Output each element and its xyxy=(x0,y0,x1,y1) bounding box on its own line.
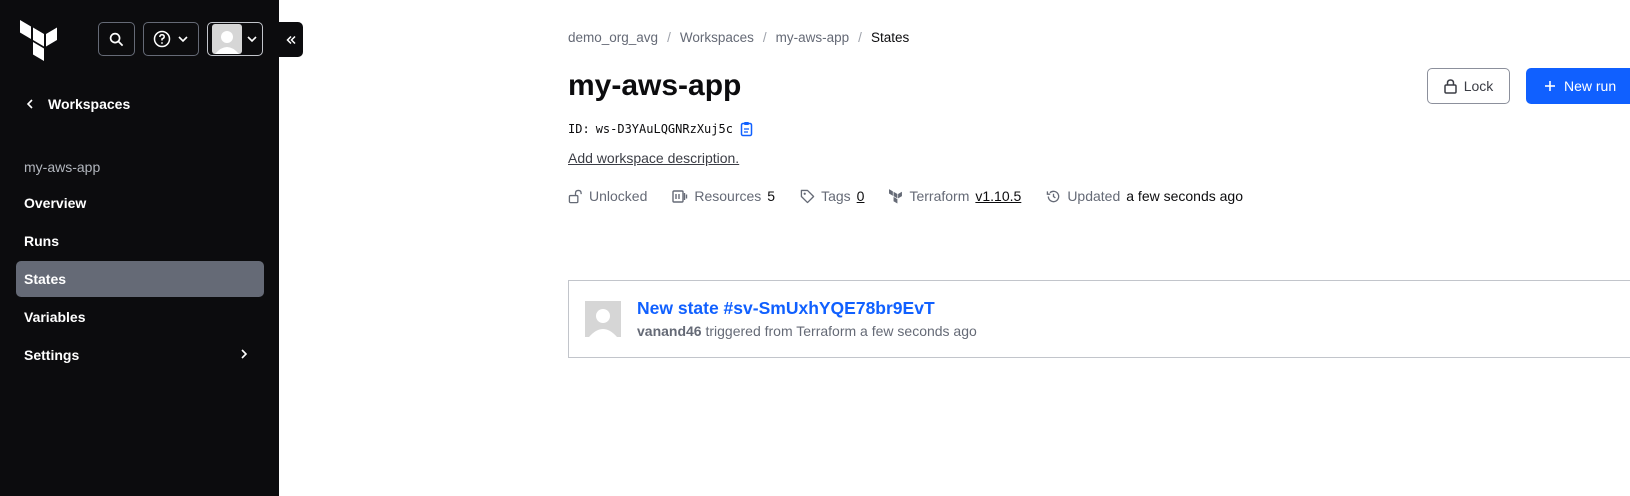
breadcrumb-workspaces[interactable]: Workspaces xyxy=(680,30,754,45)
state-subtitle: vanand46 triggered from Terraform a few … xyxy=(637,323,977,339)
updated-value: a few seconds ago xyxy=(1126,188,1243,204)
breadcrumb-separator: / xyxy=(667,30,671,45)
breadcrumb-separator: / xyxy=(762,30,767,45)
lock-status: Unlocked xyxy=(568,188,647,204)
sidebar-item-label: Variables xyxy=(24,309,86,325)
breadcrumb-org[interactable]: demo_org_avg xyxy=(568,30,658,45)
terraform-icon xyxy=(889,188,903,203)
breadcrumb: demo_org_avg / Workspaces / my-aws-app /… xyxy=(568,30,909,45)
updated-label: Updated xyxy=(1067,188,1121,204)
chevron-down-icon xyxy=(247,36,257,43)
resources-label: Resources xyxy=(694,188,762,204)
avatar xyxy=(585,301,621,337)
collapse-sidebar-button[interactable] xyxy=(279,22,303,57)
sidebar-item-label: Overview xyxy=(24,195,87,211)
lock-button-label: Lock xyxy=(1463,78,1494,94)
state-title-link[interactable]: New state #sv-SmUxhYQE78br9EvT xyxy=(637,298,935,319)
sidebar-item-label: States xyxy=(24,271,67,287)
sidebar: Workspaces my-aws-app Overview Runs Stat… xyxy=(0,0,279,496)
workspace-id-label: ID: xyxy=(568,122,590,136)
lock-status-label: Unlocked xyxy=(589,188,648,204)
state-user: vanand46 xyxy=(637,323,702,339)
unlock-icon xyxy=(568,189,582,203)
workspace-id: ID: ws-D3YAuLQGNRzXuj5c xyxy=(568,121,755,137)
sidebar-section-title: my-aws-app xyxy=(24,159,101,175)
tags-count: Tags 0 xyxy=(800,188,864,204)
lock-icon xyxy=(1443,78,1457,94)
breadcrumb-separator: / xyxy=(858,30,862,45)
search-button[interactable] xyxy=(98,22,135,56)
new-run-button[interactable]: New run xyxy=(1526,68,1630,104)
new-run-button-label: New run xyxy=(1564,78,1617,94)
workspace-id-value: ws-D3YAuLQGNRzXuj5c xyxy=(595,122,733,136)
resources-count: Resources 5 xyxy=(672,188,775,204)
tags-value[interactable]: 0 xyxy=(857,188,865,204)
tags-label: Tags xyxy=(821,188,851,204)
sidebar-item-states[interactable]: States xyxy=(16,261,264,297)
sidebar-item-label: Settings xyxy=(24,347,80,363)
terraform-version-value[interactable]: v1.10.5 xyxy=(975,188,1021,204)
state-action: triggered from Terraform a few seconds a… xyxy=(701,323,977,339)
updated-time: Updated a few seconds ago xyxy=(1046,188,1243,204)
sidebar-item-runs[interactable]: Runs xyxy=(16,223,264,259)
state-list-item[interactable]: New state #sv-SmUxhYQE78br9EvT vanand46 … xyxy=(568,280,1630,358)
search-icon xyxy=(109,32,124,46)
terraform-label: Terraform xyxy=(909,188,970,204)
breadcrumb-current: States xyxy=(870,30,910,45)
add-description-link[interactable]: Add workspace description. xyxy=(568,150,739,166)
chevron-left-icon xyxy=(26,99,33,109)
sidebar-item-settings[interactable]: Settings xyxy=(16,337,264,373)
history-icon xyxy=(1047,190,1060,202)
chevron-down-icon xyxy=(178,36,188,43)
help-button[interactable] xyxy=(143,22,199,56)
sidebar-item-label: Runs xyxy=(24,233,59,249)
help-icon xyxy=(153,30,171,48)
back-link-label: Workspaces xyxy=(48,96,131,112)
collapse-icon xyxy=(286,35,296,44)
terraform-logo[interactable] xyxy=(20,20,60,62)
avatar xyxy=(212,24,242,54)
copy-icon[interactable] xyxy=(739,121,755,137)
lock-button[interactable]: Lock xyxy=(1427,68,1510,104)
breadcrumb-workspace[interactable]: my-aws-app xyxy=(776,30,850,45)
resources-value: 5 xyxy=(767,188,776,204)
sidebar-item-overview[interactable]: Overview xyxy=(16,185,264,221)
chevron-right-icon xyxy=(241,349,248,359)
back-to-workspaces-link[interactable]: Workspaces xyxy=(24,96,130,112)
page-title: my-aws-app xyxy=(568,69,742,102)
sidebar-item-variables[interactable]: Variables xyxy=(16,299,264,335)
resources-icon xyxy=(672,189,688,203)
tag-icon xyxy=(800,189,815,203)
plus-icon xyxy=(1545,81,1555,91)
workspace-meta: Unlocked Resources 5 Tags 0 Terraform v1… xyxy=(568,188,1268,204)
terraform-version: Terraform v1.10.5 xyxy=(889,188,1021,204)
user-menu-button[interactable] xyxy=(207,22,263,56)
